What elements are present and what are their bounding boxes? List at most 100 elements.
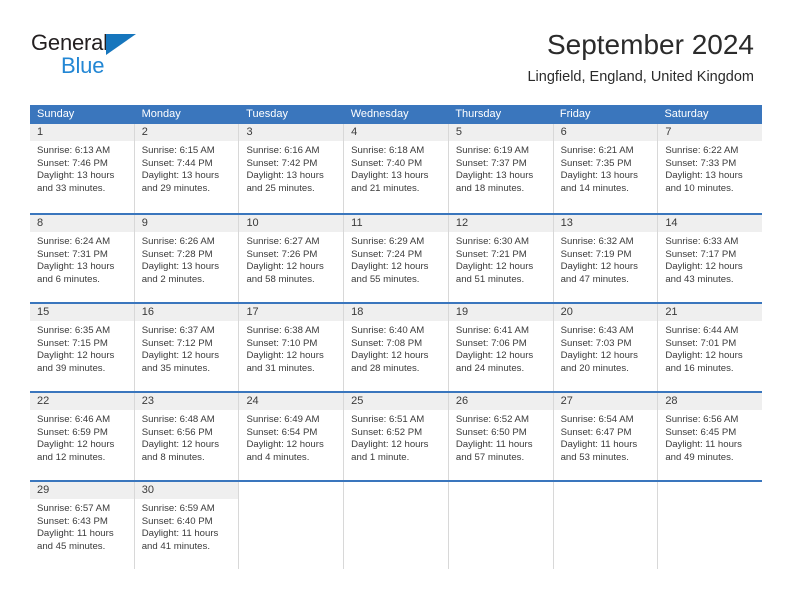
daylight-text-line2: and 1 minute. [351,451,410,463]
day-number: 21 [665,306,678,318]
daylight-text-line1: Daylight: 13 hours [141,170,220,182]
sunrise-text: Sunrise: 6:59 AM [141,503,215,514]
calendar-day-cell[interactable]: 11 Sunrise: 6:29 AM Sunset: 7:24 PM Dayligh… [343,215,448,302]
calendar-day-cell[interactable]: 2 Sunrise: 6:15 AM Sunset: 7:44 PM Daylight… [133,124,239,213]
daylight-text-line2: and 8 minutes. [141,451,205,463]
daylight-text-line1: Daylight: 13 hours [351,170,429,182]
daylight-text-line1: Daylight: 12 hours [455,350,534,362]
day-number-band [448,482,553,499]
calendar-day-cell[interactable]: 5 Sunrise: 6:19 AM Sunset: 7:37 PM Daylight… [447,124,553,213]
calendar-day-cell[interactable]: 9 Sunrise: 6:26 AM Sunset: 7:28 PM Daylight… [133,215,239,302]
daylight-text-line1: Daylight: 12 hours [37,350,115,362]
day-number-band: 19 [448,304,553,321]
day-number-band [239,482,344,499]
daylight-text-line2: and 55 minutes. [351,273,420,285]
calendar-day-cell[interactable]: 19 Sunrise: 6:41 AM Sunset: 7:06 PM Dayligh… [447,304,553,391]
sunrise-text: Sunrise: 6:38 AM [246,325,320,336]
calendar-day-cell[interactable]: 21 Sunrise: 6:44 AM Sunset: 7:01 PM Dayligh… [657,304,763,391]
calendar-day-cell[interactable]: 25 Sunrise: 6:51 AM Sunset: 6:52 PM Dayligh… [343,393,448,480]
calendar-grid: Sunday Monday Tuesday Wednesday Thursday… [30,105,763,569]
day-details [344,499,448,503]
day-number: 14 [665,217,678,229]
sunrise-text: Sunrise: 6:26 AM [141,236,215,247]
daylight-text-line2: and 6 minutes. [37,273,100,285]
sunset-text: Sunset: 7:24 PM [351,248,423,260]
sunrise-text: Sunrise: 6:18 AM [351,145,425,156]
daylight-text-line2: and 41 minutes. [141,540,210,552]
calendar-day-cell[interactable]: 7 Sunrise: 6:22 AM Sunset: 7:33 PM Daylight… [657,124,763,213]
day-number-band: 6 [553,124,658,141]
daylight-text-line2: and 18 minutes. [455,182,525,194]
calendar-day-cell[interactable]: 27 Sunrise: 6:54 AM Sunset: 6:47 PM Dayligh… [552,393,658,480]
sunset-text: Sunset: 7:40 PM [351,157,423,169]
daylight-text-line2: and 45 minutes. [37,540,106,552]
sunrise-text: Sunrise: 6:57 AM [37,503,111,514]
sunrise-text: Sunrise: 6:43 AM [560,325,634,336]
day-details: Sunrise: 6:26 AM Sunset: 7:28 PM Daylight:… [135,232,239,286]
calendar-day-cell[interactable]: 6 Sunrise: 6:21 AM Sunset: 7:35 PM Daylight… [552,124,658,213]
day-number-band [553,482,658,499]
title-block: September 2024 Lingfield, England, Unite… [527,28,754,87]
day-details: Sunrise: 6:43 AM Sunset: 7:03 PM Daylight:… [554,321,658,375]
calendar-week-row: 15 Sunrise: 6:35 AM Sunset: 7:15 PM Dayligh… [30,302,763,391]
sunrise-text: Sunrise: 6:30 AM [455,236,529,247]
general-blue-logo[interactable]: General Blue [31,30,211,80]
sunrise-text: Sunrise: 6:13 AM [37,145,111,156]
page-subtitle: Lingfield, England, United Kingdom [527,69,754,85]
daylight-text-line1: Daylight: 13 hours [141,261,220,273]
day-number-band: 14 [658,215,763,232]
day-number-band: 2 [134,124,239,141]
calendar-day-cell[interactable]: 26 Sunrise: 6:52 AM Sunset: 6:50 PM Dayligh… [447,393,553,480]
daylight-text-line2: and 33 minutes. [37,182,106,194]
sunrise-text: Sunrise: 6:48 AM [141,414,215,425]
day-number-band: 26 [448,393,553,410]
daylight-text-line2: and 49 minutes. [665,451,734,463]
day-number-band: 9 [134,215,239,232]
sunset-text: Sunset: 7:35 PM [560,157,632,169]
calendar-day-cell[interactable]: 8 Sunrise: 6:24 AM Sunset: 7:31 PM Daylight… [30,215,134,302]
calendar-day-cell[interactable]: 10 Sunrise: 6:27 AM Sunset: 7:26 PM Dayligh… [238,215,344,302]
day-number-band: 13 [553,215,658,232]
sunrise-text: Sunrise: 6:24 AM [37,236,111,247]
weekday-header-sunday: Sunday [37,108,75,120]
daylight-text-line1: Daylight: 13 hours [37,170,115,182]
sunrise-text: Sunrise: 6:46 AM [37,414,111,425]
calendar-day-cell[interactable]: 18 Sunrise: 6:40 AM Sunset: 7:08 PM Dayligh… [343,304,448,391]
calendar-day-cell[interactable]: 16 Sunrise: 6:37 AM Sunset: 7:12 PM Dayligh… [133,304,239,391]
day-number: 29 [37,484,50,496]
calendar-day-cell-empty [343,482,448,569]
daylight-text-line2: and 39 minutes. [37,362,106,374]
sunset-text: Sunset: 6:59 PM [37,426,108,438]
daylight-text-line1: Daylight: 12 hours [560,350,638,362]
day-details: Sunrise: 6:56 AM Sunset: 6:45 PM Daylight:… [658,410,762,464]
calendar-day-cell[interactable]: 20 Sunrise: 6:43 AM Sunset: 7:03 PM Dayligh… [552,304,658,391]
day-number-band: 23 [134,393,239,410]
day-details: Sunrise: 6:35 AM Sunset: 7:15 PM Daylight:… [30,321,134,375]
sunset-text: Sunset: 7:46 PM [37,157,108,169]
day-details: Sunrise: 6:44 AM Sunset: 7:01 PM Daylight:… [658,321,762,375]
day-details: Sunrise: 6:19 AM Sunset: 7:37 PM Daylight:… [449,141,553,195]
day-number-band: 30 [134,482,239,499]
day-number: 13 [560,217,573,229]
calendar-day-cell[interactable]: 17 Sunrise: 6:38 AM Sunset: 7:10 PM Dayligh… [238,304,344,391]
calendar-day-cell[interactable]: 13 Sunrise: 6:32 AM Sunset: 7:19 PM Dayligh… [552,215,658,302]
calendar-day-cell[interactable]: 28 Sunrise: 6:56 AM Sunset: 6:45 PM Dayligh… [657,393,763,480]
calendar-day-cell[interactable]: 1 Sunrise: 6:13 AM Sunset: 7:46 PM Daylight… [30,124,134,213]
daylight-text-line1: Daylight: 12 hours [141,350,220,362]
daylight-text-line2: and 16 minutes. [665,362,734,374]
daylight-text-line1: Daylight: 11 hours [560,439,638,451]
calendar-day-cell[interactable]: 22 Sunrise: 6:46 AM Sunset: 6:59 PM Dayligh… [30,393,134,480]
calendar-day-cell[interactable]: 14 Sunrise: 6:33 AM Sunset: 7:17 PM Dayligh… [657,215,763,302]
day-details: Sunrise: 6:13 AM Sunset: 7:46 PM Daylight:… [30,141,134,195]
sunrise-text: Sunrise: 6:35 AM [37,325,111,336]
calendar-day-cell[interactable]: 24 Sunrise: 6:49 AM Sunset: 6:54 PM Dayligh… [238,393,344,480]
calendar-day-cell[interactable]: 29 Sunrise: 6:57 AM Sunset: 6:43 PM Dayligh… [30,482,134,569]
calendar-day-cell[interactable]: 15 Sunrise: 6:35 AM Sunset: 7:15 PM Dayligh… [30,304,134,391]
day-number-band: 15 [30,304,134,321]
calendar-day-cell[interactable]: 23 Sunrise: 6:48 AM Sunset: 6:56 PM Dayligh… [133,393,239,480]
calendar-day-cell[interactable]: 3 Sunrise: 6:16 AM Sunset: 7:42 PM Daylight… [238,124,344,213]
day-number-band: 25 [344,393,448,410]
calendar-day-cell[interactable]: 30 Sunrise: 6:59 AM Sunset: 6:40 PM Dayligh… [133,482,239,569]
calendar-day-cell[interactable]: 4 Sunrise: 6:18 AM Sunset: 7:40 PM Daylight… [343,124,448,213]
calendar-day-cell[interactable]: 12 Sunrise: 6:30 AM Sunset: 7:21 PM Dayligh… [447,215,553,302]
